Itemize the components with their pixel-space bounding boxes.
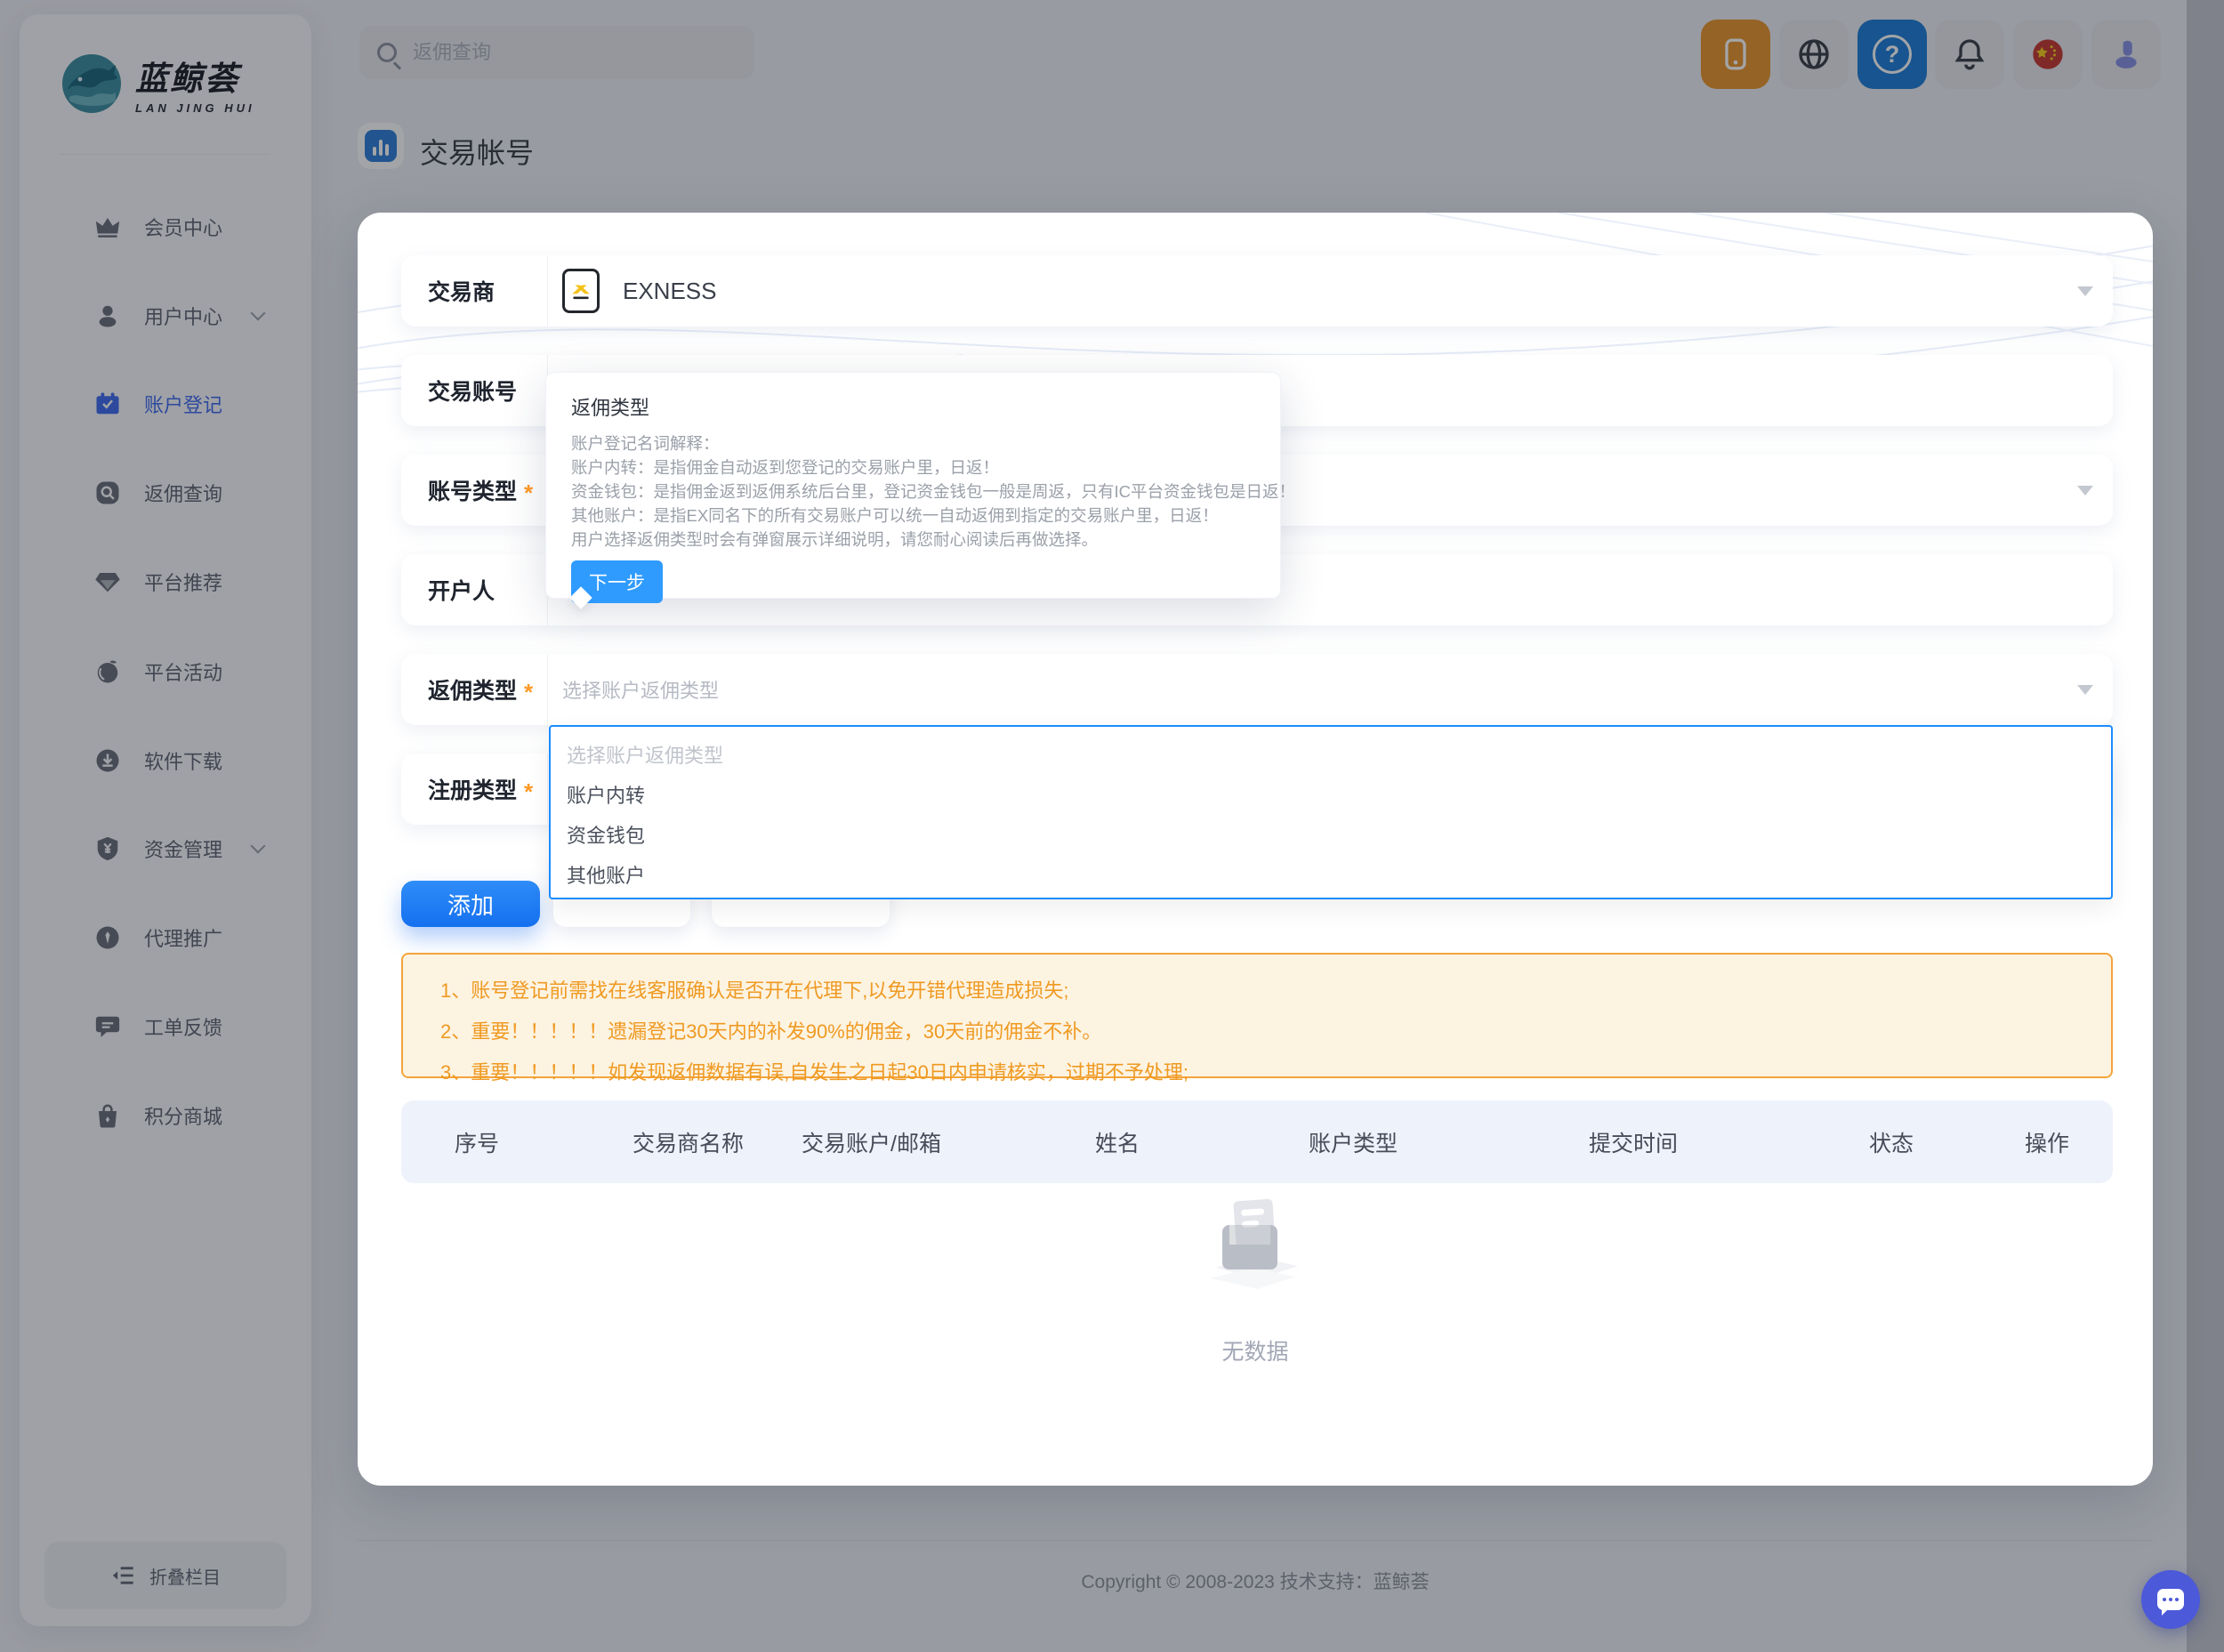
empty-state: 无数据 xyxy=(358,1191,2153,1366)
add-button[interactable]: 添加 xyxy=(401,881,540,927)
field-label: 开户人 xyxy=(401,554,548,625)
popover-line: 账户登记名词解释： xyxy=(571,434,720,453)
popover-line: 其他账户：是指EX同名下的所有交易账户可以统一自动返佣到指定的交易账户里，日返！ xyxy=(571,506,1219,525)
popover-line: 资金钱包：是指佣金返到返佣系统后台里，登记资金钱包一般是周返，只有IC平台资金钱… xyxy=(571,482,1296,501)
caret-down-icon xyxy=(2077,286,2093,296)
field-label: 返佣类型 * xyxy=(401,654,548,725)
chat-dots-icon xyxy=(2157,1589,2184,1616)
notice-line: 2、重要！！！！！遗漏登记30天内的补发90%的佣金，30天前的佣金不补。 xyxy=(440,1020,1102,1043)
notice-box: 1、账号登记前需找在线客服确认是否开在代理下,以免开错代理造成损失; 2、重要！… xyxy=(401,953,2113,1084)
col-status: 状态 xyxy=(1869,1131,1914,1156)
broker-value: EXNESS xyxy=(623,277,717,304)
live-chat-button[interactable] xyxy=(2141,1570,2200,1629)
required-mark: * xyxy=(524,778,534,805)
dropdown-option-fund-wallet[interactable]: 资金钱包 xyxy=(551,814,2111,854)
caret-down-icon xyxy=(2077,485,2093,496)
accounts-table-header: 序号 交易商名称 交易账户/邮箱 姓名 账户类型 提交时间 状态 操作 xyxy=(401,1100,2113,1183)
account-register-panel: 交易商 EXNESS 交易账号 账号类型 * 开户人 返佣类型 * 选择账户返佣… xyxy=(358,213,2153,1486)
col-account-email: 交易账户/邮箱 xyxy=(802,1131,941,1156)
rebate-type-select[interactable]: 选择账户返佣类型 xyxy=(548,654,2113,725)
col-actions: 操作 xyxy=(2025,1131,2070,1156)
exness-logo-icon xyxy=(562,269,600,313)
form-row-rebate-type: 返佣类型 * 选择账户返佣类型 xyxy=(401,654,2113,725)
field-label: 账号类型 * xyxy=(401,455,548,526)
col-submit-time: 提交时间 xyxy=(1589,1131,1679,1156)
rebate-type-dropdown: 选择账户返佣类型 账户内转 资金钱包 其他账户 xyxy=(549,725,2113,899)
required-mark: * xyxy=(524,678,534,705)
no-data-icon xyxy=(1211,1198,1298,1289)
notice-line: 1、账号登记前需找在线客服确认是否开在代理下,以免开错代理造成损失; xyxy=(440,979,1069,1002)
form-row-broker: 交易商 EXNESS xyxy=(401,255,2113,326)
notice-line: 3、重要！！！！！如发现返佣数据有误,自发生之日起30日内申请核实，过期不予处理… xyxy=(440,1061,1189,1084)
popover-line: 账户内转：是指佣金自动返到您登记的交易账户里，日返！ xyxy=(571,458,1000,477)
col-account-type: 账户类型 xyxy=(1309,1131,1398,1156)
required-mark: * xyxy=(524,479,534,506)
dropdown-option-placeholder[interactable]: 选择账户返佣类型 xyxy=(551,734,2111,774)
app-root: 蓝鲸荟 LAN JING HUI 会员中心 用户中心 账户登记 返佣查询 平台推… xyxy=(0,0,2224,1652)
field-label: 交易账号 xyxy=(401,355,548,426)
dropdown-option-internal-transfer[interactable]: 账户内转 xyxy=(551,774,2111,814)
dropdown-option-other-account[interactable]: 其他账户 xyxy=(551,854,2111,894)
field-label: 交易商 xyxy=(401,255,548,326)
popover-title: 返佣类型 xyxy=(571,397,650,419)
rebate-type-placeholder: 选择账户返佣类型 xyxy=(562,680,720,702)
col-broker-name: 交易商名称 xyxy=(633,1131,745,1156)
col-name: 姓名 xyxy=(1095,1131,1140,1156)
rebate-type-popover: 返佣类型 账户登记名词解释： 账户内转：是指佣金自动返到您登记的交易账户里，日返… xyxy=(545,372,1296,609)
popover-line: 用户选择返佣类型时会有弹窗展示详细说明，请您耐心阅读后再做选择。 xyxy=(571,530,1099,549)
caret-down-icon xyxy=(2077,684,2093,695)
empty-state-text: 无数据 xyxy=(1221,1340,1289,1365)
field-label: 注册类型 * xyxy=(401,753,548,825)
col-index: 序号 xyxy=(455,1131,500,1156)
broker-select[interactable]: EXNESS xyxy=(548,255,2113,326)
